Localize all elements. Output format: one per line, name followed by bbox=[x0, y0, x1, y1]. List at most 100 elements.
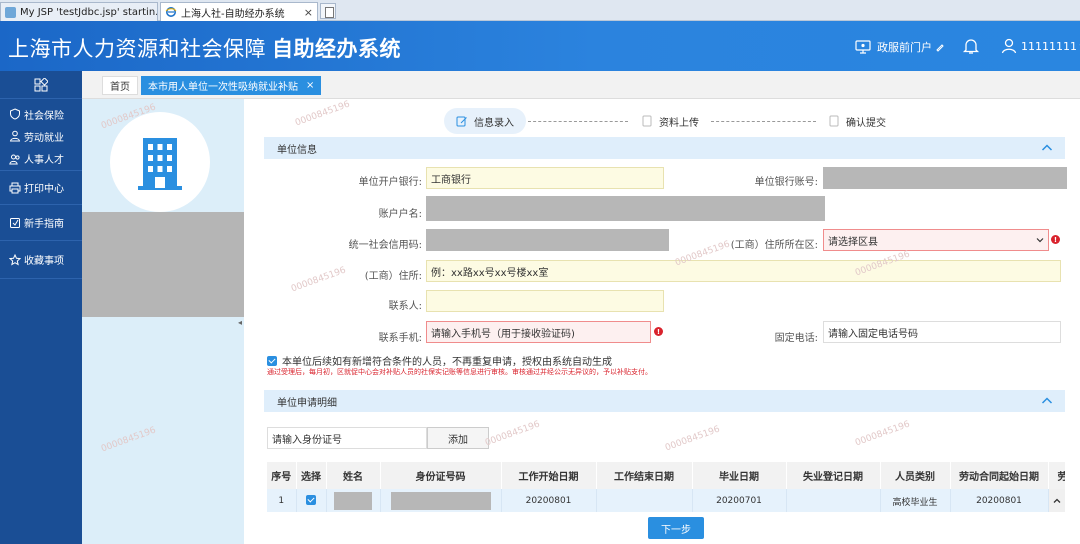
breadcrumb-active-tab[interactable]: 本市用人单位一次性吸纳就业补贴 × bbox=[141, 76, 322, 95]
sidebar-item-label: 人事人才 bbox=[24, 155, 64, 166]
review-notice: 通过受理后，每月初，区就促中心会对补贴人员的社保实记账等信息进行审核。审核通过并… bbox=[267, 368, 652, 376]
app-title-bold: 自助经办系统 bbox=[272, 37, 401, 61]
chevron-down-icon bbox=[1036, 238, 1044, 243]
district-label: (工商）住所所在区: bbox=[730, 240, 818, 251]
sidebar: 社会保险 劳动就业 人事人才 打印中心 新手指南 收藏事项 bbox=[0, 71, 82, 544]
step-upload: 资料上传 bbox=[629, 108, 711, 134]
section-title: 单位信息 bbox=[277, 144, 317, 156]
bank-field[interactable]: 工商银行 bbox=[426, 167, 664, 189]
breadcrumb-active-label: 本市用人单位一次性吸纳就业补贴 bbox=[148, 82, 298, 93]
address-label: (工商）住所: bbox=[364, 271, 422, 282]
account-field[interactable] bbox=[823, 167, 1067, 189]
browser-tab-strip: My JSP 'testJdbc.jsp' startin... 上海人社-自助… bbox=[0, 0, 1080, 21]
step-label: 信息录入 bbox=[474, 117, 514, 129]
person-icon bbox=[9, 130, 21, 142]
watermark: 0000845196 bbox=[664, 424, 722, 454]
sidebar-item-label: 收藏事项 bbox=[24, 256, 64, 267]
row-start-date: 20200801 bbox=[501, 489, 597, 512]
column-header: 序号 bbox=[267, 462, 297, 489]
account-label: 单位银行账号: bbox=[754, 177, 818, 188]
district-select-value: 请选择区县 bbox=[828, 236, 878, 248]
sidebar-item-social-insurance[interactable]: 社会保险 bbox=[0, 103, 82, 125]
watermark: 0000845196 bbox=[484, 419, 542, 449]
error-icon: ! bbox=[654, 327, 663, 336]
browser-tab-label: 上海人社-自助经办系统 bbox=[181, 8, 285, 20]
breadcrumb-home-tab[interactable]: 首页 bbox=[102, 76, 138, 95]
app-grid-button[interactable] bbox=[0, 71, 82, 99]
browser-tab-testjdbc[interactable]: My JSP 'testJdbc.jsp' startin... bbox=[0, 2, 158, 21]
step-connector bbox=[528, 121, 628, 122]
sidebar-item-label: 新手指南 bbox=[24, 219, 64, 230]
notification-button[interactable] bbox=[962, 37, 980, 58]
address-field[interactable]: 例：xx路xx号xx号楼xx室 bbox=[426, 260, 1061, 282]
column-header: 工作开始日期 bbox=[501, 462, 597, 489]
watermark: 0000845196 bbox=[854, 419, 912, 449]
step-confirm: 确认提交 bbox=[816, 108, 898, 134]
shield-icon bbox=[10, 108, 20, 120]
unit-profile-panel bbox=[82, 99, 244, 544]
document-icon bbox=[642, 115, 652, 127]
application-detail-section-header[interactable]: 单位申请明细 bbox=[264, 390, 1065, 412]
table-scroll-up-button[interactable] bbox=[1049, 489, 1065, 512]
next-step-button[interactable]: 下一步 bbox=[648, 517, 704, 539]
chevron-up-icon[interactable] bbox=[1041, 395, 1053, 407]
sidebar-item-label: 打印中心 bbox=[24, 184, 64, 195]
account-name-label: 账户户名: bbox=[378, 209, 422, 220]
column-header: 劳 bbox=[1048, 462, 1065, 489]
close-tab-icon[interactable]: × bbox=[306, 80, 314, 91]
portal-link-label: 政服前门户 bbox=[877, 41, 932, 54]
sidebar-item-label: 劳动就业 bbox=[24, 132, 64, 144]
step-label: 确认提交 bbox=[846, 117, 886, 129]
user-menu[interactable]: 11111111 bbox=[1001, 38, 1080, 54]
close-tab-icon[interactable]: × bbox=[298, 6, 313, 19]
step-info-entry: 信息录入 bbox=[444, 108, 526, 134]
mobile-field[interactable]: 请输入手机号（用于接收验证码) bbox=[426, 321, 651, 343]
step-label: 资料上传 bbox=[659, 117, 699, 129]
sidebar-item-label: 社会保险 bbox=[24, 110, 64, 122]
breadcrumb: 首页 本市用人单位一次性吸纳就业补贴 × bbox=[82, 71, 1080, 99]
column-header: 劳动合同起始日期 bbox=[950, 462, 1049, 489]
panel-resize-handle[interactable]: ◂ bbox=[238, 318, 242, 327]
phone-field[interactable]: 请输入固定电话号码 bbox=[823, 321, 1061, 343]
column-header: 工作结束日期 bbox=[596, 462, 693, 489]
contact-field[interactable] bbox=[426, 290, 664, 312]
people-icon bbox=[9, 154, 20, 164]
account-name-field[interactable] bbox=[426, 196, 825, 221]
add-button[interactable]: 添加 bbox=[427, 427, 489, 449]
app-title-main: 上海市人力资源和社会保障 bbox=[8, 37, 266, 61]
error-icon: ! bbox=[1051, 235, 1060, 244]
portal-link[interactable]: 政服前门户 bbox=[855, 39, 951, 55]
chevron-up-icon[interactable] bbox=[1041, 142, 1053, 154]
consent-checkbox[interactable] bbox=[267, 355, 277, 366]
sidebar-item-guide[interactable]: 新手指南 bbox=[0, 205, 82, 241]
row-name bbox=[326, 489, 381, 512]
browser-tab-label: My JSP 'testJdbc.jsp' startin... bbox=[20, 6, 158, 18]
app-title: 上海市人力资源和社会保障 自助经办系统 bbox=[8, 33, 401, 63]
table-row[interactable]: 1 20200801 20200701 高校毕业生 20200801 bbox=[267, 489, 1065, 512]
document-icon bbox=[829, 115, 839, 127]
mobile-label: 联系手机: bbox=[378, 333, 422, 344]
credit-code-field[interactable] bbox=[426, 229, 669, 251]
new-tab-button[interactable] bbox=[320, 3, 336, 19]
section-title: 单位申请明细 bbox=[277, 397, 337, 409]
sidebar-item-personnel[interactable]: 人事人才 bbox=[0, 147, 82, 171]
row-select-cell[interactable] bbox=[296, 489, 327, 512]
unit-info-section-header[interactable]: 单位信息 bbox=[264, 137, 1065, 159]
sidebar-item-favorites[interactable]: 收藏事项 bbox=[0, 241, 82, 279]
browser-tab-renshe[interactable]: 上海人社-自助经办系统 × bbox=[160, 2, 318, 21]
district-select[interactable]: 请选择区县 bbox=[823, 229, 1049, 251]
monitor-icon bbox=[855, 40, 871, 54]
star-icon bbox=[9, 253, 21, 266]
column-header: 姓名 bbox=[326, 462, 381, 489]
consent-checkbox-row[interactable]: 本单位后续如有新增符合条件的人员，不再重复申请，授权由系统自动生成 bbox=[267, 353, 612, 368]
row-id-number bbox=[380, 489, 502, 512]
phone-label: 固定电话: bbox=[774, 333, 818, 344]
row-seq: 1 bbox=[267, 489, 297, 512]
pencil-icon bbox=[936, 44, 944, 52]
sidebar-item-employment[interactable]: 劳动就业 bbox=[0, 125, 82, 147]
row-select-checkbox[interactable] bbox=[306, 494, 316, 505]
id-number-input[interactable]: 请输入身份证号 bbox=[267, 427, 427, 449]
watermark: 0000845196 bbox=[294, 99, 352, 129]
sidebar-item-print-center[interactable]: 打印中心 bbox=[0, 171, 82, 205]
app-header: 上海市人力资源和社会保障 自助经办系统 政服前门户 11111111 bbox=[0, 21, 1080, 71]
